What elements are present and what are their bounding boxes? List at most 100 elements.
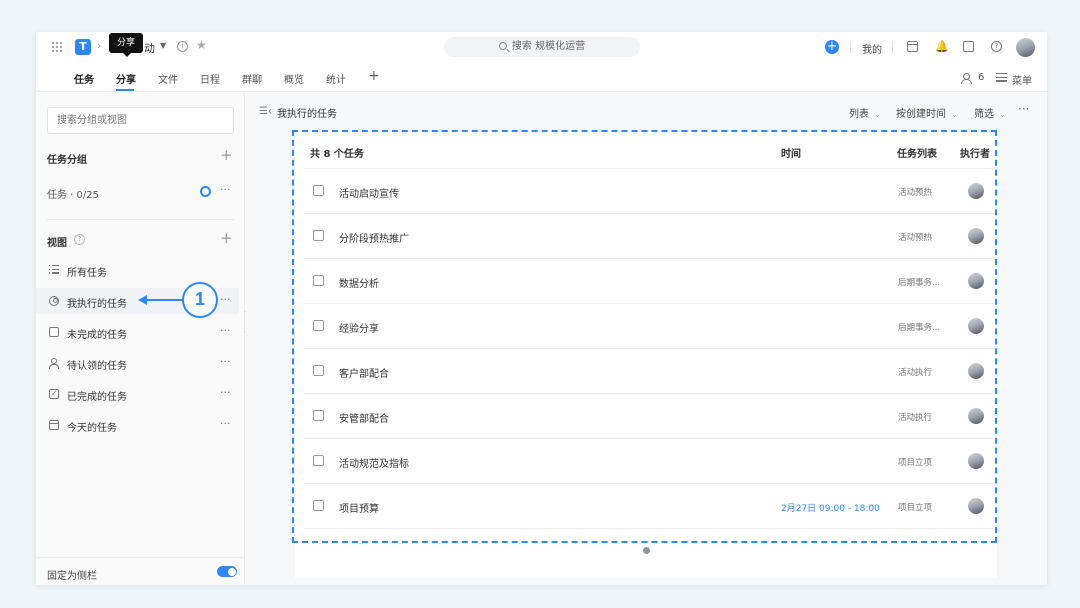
assignee-avatar[interactable] <box>968 363 984 379</box>
task-name[interactable]: 经验分享 <box>339 320 379 335</box>
task-name[interactable]: 数据分析 <box>339 275 379 290</box>
table-row[interactable]: 项目预算 2月27日 09:00 - 18:00 项目立项 <box>304 483 994 528</box>
sidebar: 任务分组 + 任务 · 0/25 ··· 视图 ? + 所有任务 我执行的任务 … <box>36 93 245 585</box>
tab-files[interactable]: 文件 <box>158 71 178 86</box>
project-name[interactable]: 动 <box>144 40 155 56</box>
task-name[interactable]: 活动规范及指标 <box>339 455 409 470</box>
table-row[interactable]: 经验分享 后期事务... <box>304 303 994 348</box>
more-icon[interactable]: ··· <box>220 417 231 430</box>
apps-grid-icon[interactable] <box>52 42 62 52</box>
help-icon[interactable]: ? <box>991 41 1002 52</box>
bell-icon[interactable]: 🔔 <box>935 41 949 52</box>
assignee-avatar[interactable] <box>968 318 984 334</box>
assignee-avatar[interactable] <box>968 273 984 289</box>
sidebar-item-completed-tasks[interactable]: ✓ 已完成的任务 ··· <box>36 381 239 407</box>
filter-dropdown[interactable]: 筛选 ⌄ <box>974 105 1006 120</box>
tab-overview[interactable]: 概览 <box>284 71 304 86</box>
assignee-avatar[interactable] <box>968 453 984 469</box>
global-search[interactable]: 搜索 规模化运营 <box>444 37 640 57</box>
assignee-avatar[interactable] <box>968 183 984 199</box>
tab-group-chat[interactable]: 群聊 <box>242 71 262 86</box>
assignee-avatar[interactable] <box>968 228 984 244</box>
add-group-icon[interactable]: + <box>220 146 233 164</box>
my-link[interactable]: 我的 <box>862 41 882 56</box>
view-mode-dropdown[interactable]: 列表 ⌄ <box>849 105 881 120</box>
task-time[interactable]: 2月27日 09:00 - 18:00 <box>781 501 880 514</box>
sidebar-item-all-tasks[interactable]: 所有任务 <box>36 257 239 283</box>
tab-tasks[interactable]: 任务 <box>74 71 94 86</box>
scroll-indicator[interactable] <box>643 547 650 554</box>
more-icon[interactable]: ··· <box>220 386 231 399</box>
task-checkbox[interactable] <box>313 320 324 331</box>
help-icon[interactable]: ? <box>74 234 85 245</box>
task-checkbox[interactable] <box>313 410 324 421</box>
members-icon[interactable] <box>961 73 972 84</box>
assignee-avatar[interactable] <box>968 498 984 514</box>
assignee-column-header[interactable]: 执行者 <box>960 145 990 160</box>
calendar-icon[interactable] <box>907 41 918 52</box>
table-row[interactable]: 安管部配合 活动执行 <box>304 393 994 438</box>
sidebar-item-unclaimed-tasks[interactable]: 待认领的任务 ··· <box>36 350 239 376</box>
group-row-tasks[interactable]: 任务 · 0/25 <box>47 186 99 201</box>
table-row[interactable]: 数据分析 后期事务... <box>304 258 994 303</box>
project-nav: 任务 分享 文件 日程 群聊 概览 统计 + 6 菜单 <box>36 62 1047 92</box>
share-tooltip: 分享 <box>109 33 143 57</box>
more-icon[interactable]: ··· <box>220 293 231 306</box>
sidebar-footer: 固定为侧栏 <box>36 557 245 585</box>
pin-sidebar-label: 固定为侧栏 <box>47 571 97 582</box>
user-avatar[interactable] <box>1016 38 1035 57</box>
menu-button[interactable]: 菜单 <box>1012 72 1032 87</box>
tab-share[interactable]: 分享 <box>116 71 136 86</box>
chevron-right-icon: › <box>97 39 102 52</box>
message-icon[interactable] <box>963 41 974 52</box>
collapse-list-icon[interactable]: ☰‹ <box>259 106 272 117</box>
add-button[interactable]: + <box>825 40 839 54</box>
pin-sidebar-toggle[interactable] <box>217 566 237 577</box>
tab-schedule[interactable]: 日程 <box>200 71 220 86</box>
filter-label: 筛选 <box>974 109 994 120</box>
task-checkbox[interactable] <box>313 500 324 511</box>
list-column-header[interactable]: 任务列表 <box>897 145 937 160</box>
task-checkbox[interactable] <box>313 455 324 466</box>
task-checkbox[interactable] <box>313 230 324 241</box>
caret-down-icon[interactable]: ▼ <box>160 41 166 50</box>
more-icon[interactable]: ··· <box>220 355 231 368</box>
task-name[interactable]: 活动启动宣传 <box>339 185 399 200</box>
table-row[interactable]: 分阶段预热推广 活动预热 <box>304 213 994 258</box>
sort-label: 按创建时间 <box>896 109 946 120</box>
table-row[interactable]: 活动启动宣传 活动预热 <box>304 168 994 213</box>
chevron-down-icon: ⌄ <box>951 110 958 119</box>
groups-title: 任务分组 <box>47 155 87 166</box>
task-checkbox[interactable] <box>313 185 324 196</box>
sidebar-search-input[interactable] <box>47 107 234 134</box>
task-name[interactable]: 安管部配合 <box>339 410 389 425</box>
checked-box-icon: ✓ <box>49 389 59 399</box>
tab-statistics[interactable]: 统计 <box>326 71 346 86</box>
more-icon[interactable]: ··· <box>220 183 231 196</box>
sidebar-item-today-tasks[interactable]: 今天的任务 ··· <box>36 412 239 438</box>
info-icon[interactable]: i <box>177 41 188 52</box>
table-row[interactable]: 客户部配合 活动执行 <box>304 348 994 393</box>
person-icon <box>49 358 59 369</box>
add-view-icon[interactable]: + <box>220 229 233 247</box>
table-row[interactable]: 活动规范及指标 项目立项 <box>304 438 994 483</box>
task-list-name: 项目立项 <box>898 503 933 513</box>
add-tab-icon[interactable]: + <box>368 68 380 84</box>
app-logo-icon[interactable]: T <box>75 39 91 55</box>
task-name[interactable]: 分阶段预热推广 <box>339 230 409 245</box>
star-icon[interactable]: ★ <box>196 38 207 52</box>
menu-icon[interactable] <box>996 73 1007 82</box>
task-checkbox[interactable] <box>313 275 324 286</box>
task-name[interactable]: 项目预算 <box>339 500 379 515</box>
task-name[interactable]: 客户部配合 <box>339 365 389 380</box>
more-icon[interactable]: ··· <box>1018 102 1029 116</box>
sort-dropdown[interactable]: 按创建时间 ⌄ <box>896 105 958 120</box>
task-list-name: 后期事务... <box>898 278 941 288</box>
member-count[interactable]: 6 <box>978 72 984 83</box>
time-column-header[interactable]: 时间 <box>781 145 801 160</box>
more-icon[interactable]: ··· <box>220 324 231 337</box>
assignee-avatar[interactable] <box>968 408 984 424</box>
sidebar-item-incomplete-tasks[interactable]: 未完成的任务 ··· <box>36 319 239 345</box>
sidebar-item-label: 今天的任务 <box>67 423 117 434</box>
task-checkbox[interactable] <box>313 365 324 376</box>
